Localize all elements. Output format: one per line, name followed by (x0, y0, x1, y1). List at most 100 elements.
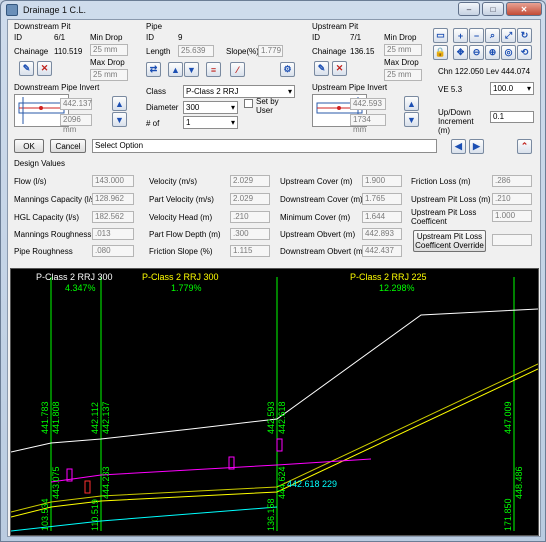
design-label: Velocity (m/s) (149, 177, 198, 186)
long-section-drawing: P-Class 2 RRJ 3004.347%P-Class 2 RRJ 300… (11, 272, 538, 532)
pipe-count-select[interactable]: 1 (183, 116, 238, 129)
us-invert-up-icon[interactable]: ▲ (404, 96, 419, 111)
long-section-view[interactable]: P-Class 2 RRJ 300 4.347% P-Class 2 RRJ 300… (10, 268, 539, 536)
pipe-name-label: P-Class 2 RRJ 300 (142, 272, 219, 282)
zoom-out-icon[interactable]: − (469, 28, 484, 43)
pipe-slope-label: Slope(%) (226, 47, 259, 56)
pit-chainage-label: 103.534 (40, 498, 50, 531)
design-value: 1.900 (362, 175, 402, 187)
app-icon (6, 4, 18, 16)
zoom-in-icon[interactable]: + (453, 28, 468, 43)
ds-invert-down-icon[interactable]: ▼ (112, 112, 127, 127)
design-label: Upstream Pit Loss (m) (411, 195, 491, 204)
target-icon[interactable]: ◎ (501, 45, 516, 60)
ds-id-value: 6/1 (54, 33, 66, 42)
pit-surface-label: 444.624 (277, 466, 287, 499)
design-value: 442.437 (362, 245, 402, 257)
cursor-readout-label: 442.618 229 (287, 479, 337, 489)
zoom-extents-icon[interactable]: ⤢ (501, 28, 516, 43)
pan-icon[interactable]: ✥ (453, 45, 468, 60)
pit-surface-label: 444.233 (101, 466, 111, 499)
ds-chainage-value: 110.519 (54, 47, 83, 56)
pipe-tool-icon[interactable]: ≡ (206, 62, 221, 77)
pipe-slope-field[interactable]: 1.779 (258, 45, 283, 57)
window-layout-icon[interactable]: ▭ (433, 28, 448, 43)
set-by-user-label: Set by User (256, 97, 279, 115)
ds-invert-up-icon[interactable]: ▲ (112, 96, 127, 111)
us-invert-heading: Upstream Pipe Invert (312, 83, 388, 92)
us-pit-edit-icon[interactable]: ✎ (314, 61, 329, 76)
next-arrow-icon[interactable]: ▶ (469, 139, 484, 154)
pit-loss-override-button[interactable]: Upstream Pit Loss Coefficent Override (413, 230, 486, 252)
pipe-slope-label: 4.347% (65, 283, 96, 293)
design-value: 182.562 (92, 211, 134, 223)
maximize-icon[interactable]: □ (482, 2, 504, 16)
pipe-name-label: P-Class 2 RRJ 300 (36, 272, 113, 282)
pit-chainage-label: 136.158 (266, 498, 276, 531)
pipe-lower-icon[interactable]: ▼ (184, 62, 199, 77)
lock-icon[interactable]: 🔒 (433, 45, 448, 60)
pipe-settings-icon[interactable]: ⚙ (280, 62, 295, 77)
design-value: .210 (492, 193, 532, 205)
ds-max-drop-field[interactable]: 25 mm (90, 69, 128, 81)
minimize-icon[interactable]: – (458, 2, 480, 16)
pipe-length-field[interactable]: 25.639 (178, 45, 214, 57)
select-option-field[interactable]: Select Option (92, 139, 437, 153)
pit-invert-label: 442.593 (266, 401, 276, 434)
ok-button[interactable]: OK (14, 139, 44, 153)
design-label: Pipe Roughness (14, 247, 73, 256)
pit-chainage-label: 110.519 (90, 499, 100, 531)
design-label: Part Flow Depth (m) (149, 230, 221, 239)
pipe-diameter-label: Diameter (146, 103, 179, 112)
ds-min-drop-label: Min Drop (90, 33, 123, 42)
design-label: Upstream Cover (m) (280, 177, 353, 186)
design-value: .286 (492, 175, 532, 187)
us-chainage-value: 136.15 (350, 47, 375, 56)
us-pit-delete-icon[interactable]: ✕ (332, 61, 347, 76)
ds-invert-field[interactable]: 442.137 (60, 98, 92, 110)
ds-chainage-label: Chainage (14, 47, 49, 56)
design-value: 442.893 (362, 228, 402, 240)
ds-invert-heading: Downstream Pipe Invert (14, 83, 100, 92)
ve-select[interactable]: 100.0 (490, 82, 534, 95)
design-label: Minimum Cover (m) (280, 213, 351, 222)
zoom-previous-icon[interactable]: ⊖ (469, 45, 484, 60)
pit-loss-override-field[interactable] (492, 234, 532, 246)
us-chainage-label: Chainage (312, 47, 347, 56)
previous-arrow-icon[interactable]: ◀ (451, 139, 466, 154)
design-value: .300 (230, 228, 270, 240)
zoom-window-icon[interactable]: ⌕ (485, 28, 500, 43)
pipe-diameter-select[interactable]: 300 (183, 101, 238, 114)
pipe-swap-icon[interactable]: ⇄ (146, 62, 161, 77)
pipe-grade-icon[interactable]: ⁄ (230, 62, 245, 77)
design-value: 2.029 (230, 193, 270, 205)
set-by-user-checkbox[interactable] (244, 99, 253, 108)
pipe-name-label: P-Class 2 RRJ 225 (350, 272, 427, 282)
title-bar: Drainage 1 C.L. – □ ✕ (1, 1, 546, 19)
ds-pit-delete-icon[interactable]: ✕ (37, 61, 52, 76)
ds-invert-mm-field[interactable]: 2096 mm (60, 114, 92, 134)
close-icon[interactable]: ✕ (506, 2, 542, 16)
cancel-button[interactable]: Cancel (50, 139, 86, 153)
us-invert-mm-field[interactable]: 1734 mm (350, 114, 386, 134)
ve-label: VE 5.3 (438, 85, 463, 94)
us-invert-field[interactable]: 442.593 (350, 98, 386, 110)
client-area: Downstream Pit ID 6/1 Min Drop Chainage … (7, 19, 541, 537)
magnify-icon[interactable]: ⊕ (485, 45, 500, 60)
us-invert-down-icon[interactable]: ▼ (404, 112, 419, 127)
pit-surface-label: 448.486 (514, 466, 524, 499)
us-max-drop-field[interactable]: 25 mm (384, 69, 422, 81)
us-min-drop-field[interactable]: 25 mm (384, 44, 422, 56)
updown-field[interactable]: 0.1 (490, 111, 534, 123)
pipe-raise-icon[interactable]: ▲ (168, 62, 183, 77)
design-value: .013 (92, 228, 134, 240)
ds-pit-edit-icon[interactable]: ✎ (19, 61, 34, 76)
redraw-icon[interactable]: ↻ (517, 28, 532, 43)
design-label: Friction Loss (m) (411, 177, 471, 186)
pipe-slope-label: 12.298% (379, 283, 415, 293)
us-max-drop-label: Max Drop (384, 58, 419, 67)
refresh-icon[interactable]: ⟲ (517, 45, 532, 60)
collapse-up-icon[interactable]: ⌃ (517, 139, 532, 154)
ds-min-drop-field[interactable]: 25 mm (90, 44, 128, 56)
chainage-level-readout: Chn 122.050 Lev 444.074 (438, 67, 531, 76)
